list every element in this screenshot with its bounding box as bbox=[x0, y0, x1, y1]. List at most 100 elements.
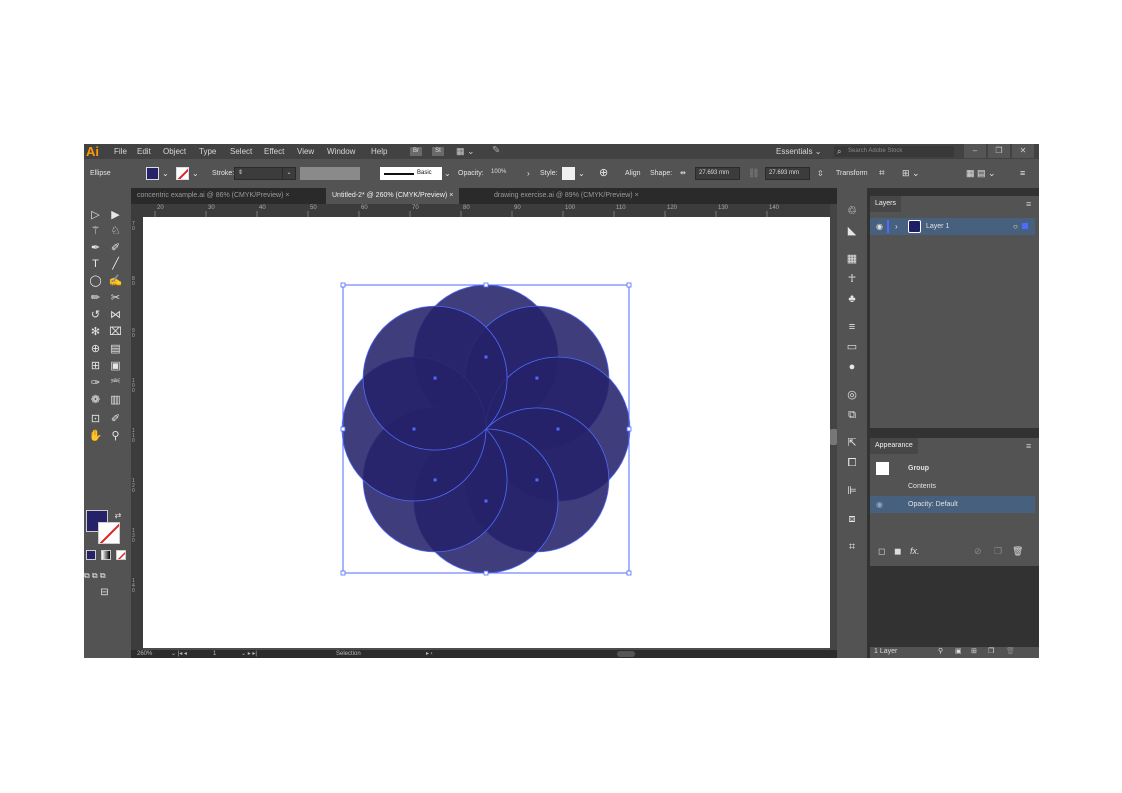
column-graph-tool-icon[interactable]: ▥ bbox=[108, 393, 123, 408]
scroll-thumb[interactable] bbox=[830, 429, 837, 445]
horizontal-scroll-thumb[interactable] bbox=[617, 651, 635, 657]
layer-row[interactable]: ◉ › Layer 1 ○ bbox=[870, 218, 1035, 235]
character-icon[interactable]: ◣ bbox=[844, 224, 860, 239]
workspace-switcher[interactable]: Essentials ⌄ bbox=[776, 144, 821, 159]
tab-drawing-exercise[interactable]: drawing exercise.ai @ 89% (CMYK/Preview)… bbox=[488, 188, 645, 204]
stock-search-input[interactable]: ⌕ Search Adobe Stock bbox=[834, 146, 954, 157]
slice-tool-icon[interactable]: ✐ bbox=[108, 412, 123, 427]
mesh-tool-icon[interactable]: ⊞ bbox=[88, 359, 103, 374]
menu-window[interactable]: Window bbox=[327, 144, 355, 159]
layers-tab[interactable]: Layers bbox=[870, 196, 902, 212]
align-icon[interactable]: ⊫ bbox=[844, 484, 860, 499]
layer-name[interactable]: Layer 1 bbox=[926, 218, 949, 235]
menu-file[interactable]: File bbox=[114, 144, 127, 159]
gradient-tool-icon[interactable]: ▣ bbox=[108, 359, 123, 374]
fill-swatch[interactable] bbox=[146, 167, 159, 180]
stroke-swatch[interactable] bbox=[176, 167, 189, 180]
stock-button[interactable]: St bbox=[432, 147, 444, 156]
status-arrow-icon[interactable]: ▸ ‹ bbox=[426, 650, 433, 658]
resize-handle[interactable] bbox=[626, 426, 632, 432]
opacity-label[interactable]: Opacity: bbox=[458, 159, 484, 188]
arrange-icon[interactable]: ▦ ▤ ⌄ bbox=[966, 159, 996, 188]
menu-select[interactable]: Select bbox=[230, 144, 252, 159]
tab-untitled-2[interactable]: Untitled-2* @ 260% (CMYK/Preview) × bbox=[326, 188, 460, 204]
fill-dropdown-icon[interactable]: ⌄ bbox=[162, 159, 169, 188]
stroke-dropdown-icon[interactable]: ⌄ bbox=[192, 159, 199, 188]
opacity-row[interactable]: ◉ Opacity: Default bbox=[870, 496, 1035, 513]
stroke-color-swatch[interactable] bbox=[98, 522, 120, 544]
line-tool-icon[interactable]: ╱ bbox=[108, 257, 123, 272]
gradient-mode-icon[interactable] bbox=[101, 550, 111, 560]
eyedropper-tool-icon[interactable]: ✑ bbox=[88, 376, 103, 391]
clear-appearance-icon[interactable]: ⊘ bbox=[974, 546, 982, 557]
magic-wand-tool-icon[interactable]: ⚚ bbox=[88, 224, 103, 239]
artboard[interactable] bbox=[143, 217, 830, 648]
ellipse-tool-icon[interactable]: ◯ bbox=[88, 274, 103, 289]
opacity-arrow-icon[interactable]: › bbox=[527, 159, 530, 188]
recolor-artwork-icon[interactable]: ⊕ bbox=[599, 159, 608, 188]
delete-item-icon[interactable]: 🗑 bbox=[1012, 546, 1023, 557]
rotate-tool-icon[interactable]: ↺ bbox=[88, 308, 103, 323]
align-link[interactable]: Align bbox=[625, 159, 641, 188]
add-fill-icon[interactable]: ◼ bbox=[894, 546, 901, 557]
perspective-grid-tool-icon[interactable]: ▤ bbox=[108, 342, 123, 357]
brush-definition[interactable]: Basic bbox=[380, 167, 442, 180]
menu-effect[interactable]: Effect bbox=[264, 144, 284, 159]
gradient-icon[interactable]: ▭ bbox=[844, 340, 860, 355]
none-mode-icon[interactable] bbox=[116, 550, 126, 560]
screen-mode-icon[interactable]: ⊟ bbox=[97, 585, 112, 600]
blend-tool-icon[interactable]: ⎃ bbox=[108, 376, 123, 391]
transparency-icon[interactable]: ● bbox=[844, 360, 860, 375]
pathfinder-icon[interactable]: ⧈ bbox=[844, 512, 860, 527]
opacity-field[interactable]: 100% bbox=[488, 167, 528, 180]
menu-edit[interactable]: Edit bbox=[137, 144, 151, 159]
brush-dropdown-icon[interactable]: ⌄ bbox=[444, 159, 451, 188]
opacity-default-label[interactable]: Opacity: Default bbox=[908, 496, 958, 513]
isolate-icon[interactable]: ⊞ ⌄ bbox=[902, 159, 920, 188]
vertical-scrollbar[interactable] bbox=[830, 204, 837, 650]
scissors-tool-icon[interactable]: ✂ bbox=[108, 291, 123, 306]
color-guide-icon[interactable]: ♲ bbox=[844, 204, 860, 219]
new-layer-icon[interactable]: ❐ bbox=[988, 647, 994, 655]
artboard-number[interactable]: 1 bbox=[213, 650, 216, 658]
graphic-style-swatch[interactable] bbox=[562, 167, 575, 180]
layers-menu-icon[interactable]: ≡ bbox=[1026, 199, 1031, 209]
maximize-button[interactable]: ❐ bbox=[988, 144, 1010, 158]
selection-tool-icon[interactable]: ▷ bbox=[88, 208, 103, 223]
new-sublayer-icon[interactable]: ⊞ bbox=[971, 647, 977, 655]
resize-handle[interactable] bbox=[340, 426, 346, 432]
appearance-icon[interactable]: ◎ bbox=[844, 388, 860, 403]
fx-button[interactable]: fx. bbox=[910, 546, 920, 556]
target-icon[interactable]: ○ bbox=[1013, 218, 1018, 235]
stroke-icon[interactable]: ≡ bbox=[844, 320, 860, 335]
circle-group[interactable] bbox=[341, 284, 631, 574]
duplicate-item-icon[interactable]: ❐ bbox=[994, 546, 1002, 557]
resize-handle[interactable] bbox=[483, 282, 489, 288]
artboard-navigation-next[interactable]: ⌄ ▸ ▸| bbox=[241, 650, 257, 658]
lasso-tool-icon[interactable]: ♘ bbox=[108, 224, 123, 239]
artwork[interactable] bbox=[143, 217, 830, 648]
appearance-menu-icon[interactable]: ≡ bbox=[1026, 441, 1031, 451]
resize-handle[interactable] bbox=[483, 570, 489, 576]
swap-fill-stroke-icon[interactable]: ⇄ bbox=[113, 511, 123, 521]
brushes-icon[interactable]: ☥ bbox=[844, 272, 860, 287]
transform-icon[interactable]: ⌗ bbox=[844, 540, 860, 555]
shape-builder-tool-icon[interactable]: ⊕ bbox=[88, 342, 103, 357]
gpu-performance-icon[interactable]: ✎ bbox=[492, 145, 500, 156]
width-tool-icon[interactable]: ⋈ bbox=[108, 308, 123, 323]
selection-indicator[interactable] bbox=[1022, 223, 1028, 229]
visibility-eye-icon[interactable]: ◉ bbox=[876, 218, 883, 235]
free-transform-tool-icon[interactable]: ⌧ bbox=[108, 325, 123, 340]
type-tool-icon[interactable]: T bbox=[88, 257, 103, 272]
shape-height-field[interactable]: 27.693 mm bbox=[765, 167, 810, 180]
bridge-button[interactable]: Br bbox=[410, 147, 422, 156]
puppet-warp-tool-icon[interactable]: ✻ bbox=[88, 325, 103, 340]
shape-width-field[interactable]: 27.693 mm bbox=[695, 167, 740, 180]
hand-tool-icon[interactable]: ✋ bbox=[88, 429, 103, 444]
artboard-navigation[interactable]: ⌄ |◂ ◂ bbox=[171, 650, 187, 658]
locate-object-icon[interactable]: ⚲ bbox=[938, 647, 943, 655]
menu-object[interactable]: Object bbox=[163, 144, 186, 159]
style-dropdown-icon[interactable]: ⌄ bbox=[578, 159, 585, 188]
add-stroke-icon[interactable]: ◻ bbox=[878, 546, 885, 557]
appearance-tab[interactable]: Appearance bbox=[870, 438, 918, 454]
